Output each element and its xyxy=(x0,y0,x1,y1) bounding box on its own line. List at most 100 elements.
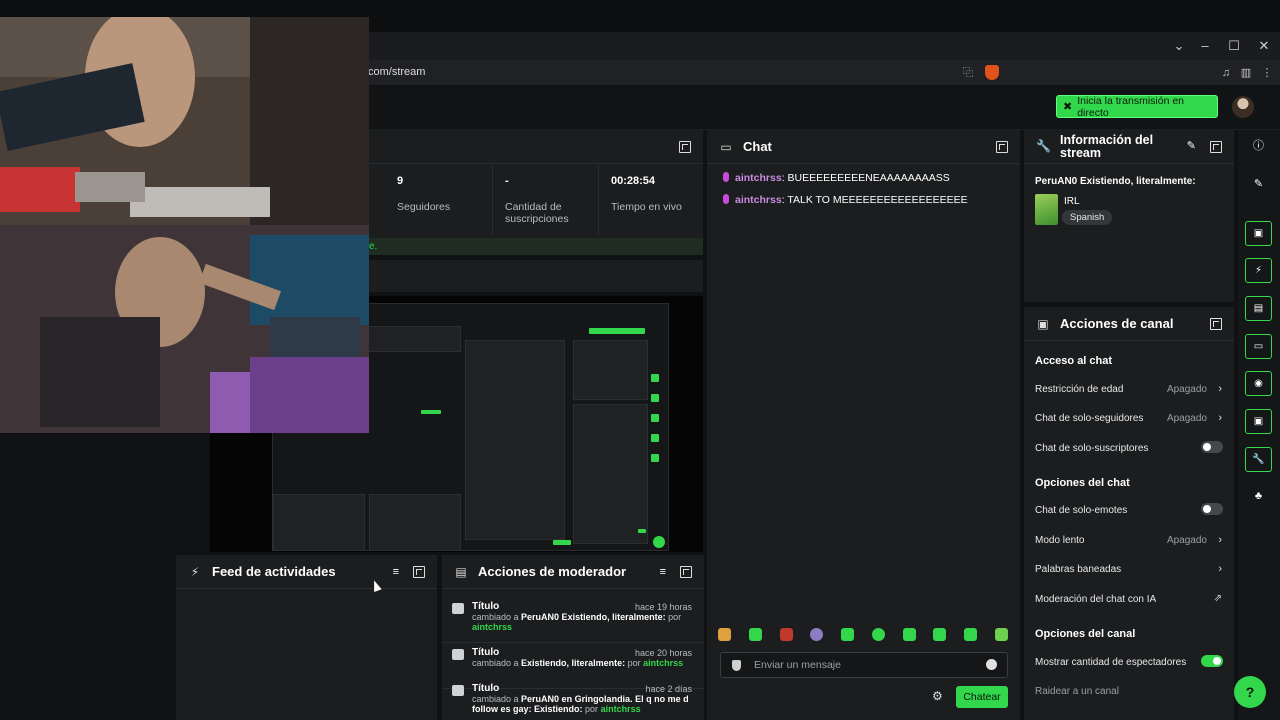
users-icon xyxy=(452,603,464,614)
banned-words-row[interactable]: Palabras baneadas › xyxy=(1035,563,1223,582)
panel-title: Acciones de moderador xyxy=(478,564,627,579)
followers-only-row[interactable]: Chat de solo-seguidores Apagado › xyxy=(1035,412,1223,431)
mod-action-prefix: cambiado a xyxy=(472,694,519,704)
help-icon[interactable]: ? xyxy=(1234,676,1266,708)
rail-more-icon[interactable]: ♣ xyxy=(1245,484,1272,509)
mod-action-user[interactable]: aintchrss xyxy=(601,704,641,714)
chat-username[interactable]: aintchrss xyxy=(735,194,782,206)
translate-icon[interactable]: ⿻ xyxy=(960,65,976,81)
channel-icon: ▣ xyxy=(1037,316,1049,331)
close-icon: ✖ xyxy=(1063,101,1073,113)
emote-icon[interactable] xyxy=(810,628,824,641)
go-live-button[interactable]: ✖ Inicia la transmisión en directo xyxy=(1056,95,1218,119)
emote-icon[interactable] xyxy=(964,628,978,641)
row-label: Mostrar cantidad de espectadores xyxy=(1035,657,1187,668)
minimize-icon[interactable]: – xyxy=(1197,38,1213,54)
emote-icon[interactable] xyxy=(871,628,885,641)
row-label: Chat de solo-suscriptores xyxy=(1035,443,1149,454)
stat-label: Seguidores xyxy=(397,201,451,213)
rail-channel-button[interactable]: ▣ xyxy=(1245,409,1272,434)
expand-icon[interactable] xyxy=(413,565,425,578)
row-label: Modo lento xyxy=(1035,535,1085,546)
mod-action-user[interactable]: aintchrss xyxy=(643,658,683,668)
stat-label: Tiempo en vivo xyxy=(611,201,682,213)
mod-action-by: por xyxy=(585,704,599,714)
show-viewer-count-toggle[interactable] xyxy=(1201,655,1223,667)
webcam-image xyxy=(0,17,369,433)
emote-icon[interactable] xyxy=(902,628,916,641)
expand-icon[interactable] xyxy=(996,140,1008,153)
expand-icon[interactable] xyxy=(1210,317,1222,330)
users-icon xyxy=(452,649,464,660)
stat-live-time: 00:28:54 Tiempo en vivo xyxy=(599,165,703,235)
chat-message: aintchrss: TALK TO MEEEEEEEEEEEEEEEEEE xyxy=(723,194,968,206)
raid-channel-row[interactable]: Raidear a un canal xyxy=(1035,686,1223,704)
stat-value: - xyxy=(505,175,509,187)
rail-wrench-button[interactable]: 🔧 xyxy=(1245,447,1272,472)
filter-icon[interactable]: ≡ xyxy=(660,566,666,578)
stat-value: 00:28:54 xyxy=(611,175,656,187)
emoji-icon[interactable] xyxy=(986,659,997,670)
moderator-actions-header: ▤ Acciones de moderador ≡ xyxy=(442,555,704,589)
avatar[interactable] xyxy=(1232,96,1254,118)
media-icon[interactable]: ♫ xyxy=(1218,65,1234,81)
ai-moderation-row[interactable]: Moderación del chat con IA ⇗ xyxy=(1035,593,1223,612)
stream-category[interactable]: IRL xyxy=(1064,196,1080,207)
age-restriction-row[interactable]: Restricción de edad Apagado › xyxy=(1035,383,1223,402)
emote-icon[interactable] xyxy=(933,628,947,641)
chat-input[interactable]: Enviar un mensaje xyxy=(720,652,1008,678)
emote-icon[interactable] xyxy=(841,628,855,641)
row-label: Raidear a un canal xyxy=(1035,686,1119,697)
rail-chat-button[interactable]: ▭ xyxy=(1245,334,1272,359)
rail-mod-actions-button[interactable]: ▤ xyxy=(1245,296,1272,321)
expand-icon[interactable] xyxy=(680,565,692,578)
chat-username[interactable]: aintchrss xyxy=(735,172,782,184)
mod-action-by: por xyxy=(668,612,682,622)
show-viewer-count-row: Mostrar cantidad de espectadores xyxy=(1035,655,1223,675)
emote-icon[interactable] xyxy=(718,628,731,641)
filter-icon[interactable]: ≡ xyxy=(393,566,399,578)
sidebar-icon[interactable]: ▥ xyxy=(1238,65,1254,81)
rail-stream-button[interactable]: ▣ xyxy=(1245,221,1272,246)
emote-only-toggle[interactable] xyxy=(1201,503,1223,515)
subscribers-only-toggle[interactable] xyxy=(1201,441,1223,453)
edit-icon[interactable]: ✎ xyxy=(1187,140,1196,153)
rail-activity-button[interactable]: ⚡ xyxy=(1245,258,1272,283)
close-icon[interactable]: ✕ xyxy=(1256,38,1272,54)
expand-icon[interactable] xyxy=(679,140,691,153)
chevron-down-icon[interactable]: ⌄ xyxy=(1171,38,1187,54)
gear-icon[interactable]: ⚙ xyxy=(932,690,944,702)
brave-shield-icon[interactable] xyxy=(985,65,999,80)
stat-value: 9 xyxy=(397,175,404,187)
rail-record-button[interactable]: ◉ xyxy=(1245,371,1272,396)
shield-icon xyxy=(732,660,741,671)
row-value: Apagado xyxy=(1166,413,1207,424)
section-title: Opciones del chat xyxy=(1035,477,1130,489)
category-thumbnail[interactable] xyxy=(1035,194,1058,225)
chat-text: BUEEEEEEEEENEAAAAAAAASS xyxy=(787,172,950,184)
stats-header xyxy=(369,130,703,164)
send-chat-button[interactable]: Chatear xyxy=(956,686,1008,708)
stream-title: PeruAN0 Existiendo, literalmente: xyxy=(1035,176,1196,187)
chat-header: ▭ Chat xyxy=(707,130,1020,164)
maximize-icon[interactable]: ☐ xyxy=(1226,38,1242,54)
expand-icon[interactable] xyxy=(1210,140,1222,153)
stat-subscriptions: - Cantidad de suscripciones xyxy=(493,165,599,235)
stat-label: Cantidad de suscripciones xyxy=(505,201,569,225)
moderator-actions-panel: ▤ Acciones de moderador ≡ Título hace 19… xyxy=(442,555,704,720)
stream-stats-panel: 9 Seguidores - Cantidad de suscripciones… xyxy=(369,130,703,255)
emote-icon[interactable] xyxy=(748,628,762,641)
slow-mode-row[interactable]: Modo lento Apagado › xyxy=(1035,534,1223,553)
edit-icon[interactable]: ✎ xyxy=(1245,172,1272,197)
info-icon[interactable]: ⓘ xyxy=(1245,134,1272,159)
emote-icon[interactable] xyxy=(779,628,793,641)
language-tag: Spanish xyxy=(1062,210,1113,225)
emote-icon[interactable] xyxy=(994,628,1008,641)
url-text[interactable]: com/stream xyxy=(368,66,425,78)
emote-only-row: Chat de solo-emotes xyxy=(1035,503,1223,523)
lightning-icon: ⚡ xyxy=(190,564,200,579)
mod-action-user[interactable]: aintchrss xyxy=(472,622,512,632)
mod-action-by: por xyxy=(627,658,641,668)
menu-icon[interactable]: ⋮ xyxy=(1259,65,1275,81)
row-value: Apagado xyxy=(1166,535,1207,546)
